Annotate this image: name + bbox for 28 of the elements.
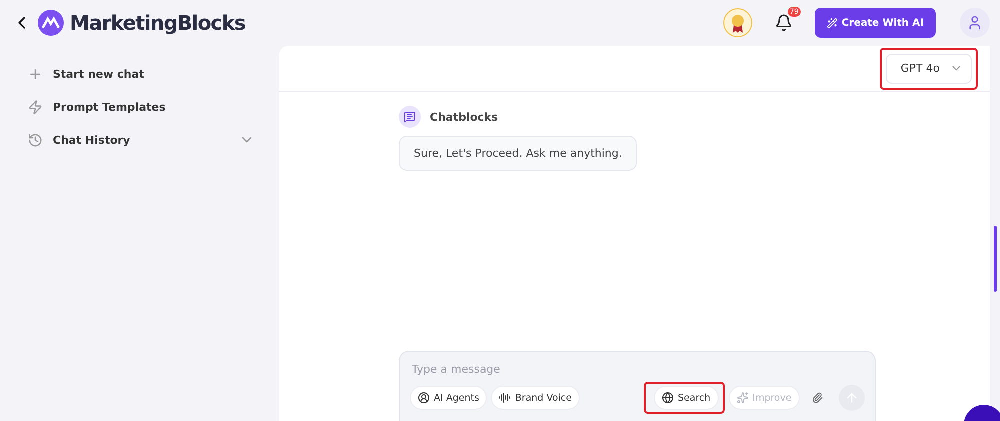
message-icon [404, 111, 416, 123]
composer-chip[interactable]: AI Agents [410, 386, 488, 410]
user-icon [967, 15, 983, 31]
bell-icon[interactable] [774, 14, 793, 32]
composer-chip[interactable]: Search [654, 386, 719, 410]
sidebar-item[interactable]: Chat History [53, 134, 229, 146]
message-field[interactable]: Type a message [410, 362, 865, 377]
medal-icon[interactable] [722, 8, 753, 38]
avatar[interactable] [960, 8, 990, 38]
scrollbar-thumb[interactable] [994, 226, 997, 292]
globe-icon [662, 392, 674, 404]
history-icon [28, 132, 43, 148]
magic-wand-icon [826, 18, 838, 28]
logo-icon [38, 10, 64, 36]
user-icon [418, 392, 430, 404]
sender-name: Chatblocks [430, 110, 498, 124]
plus-icon [28, 66, 43, 82]
sidebar-item[interactable]: Prompt Templates [53, 100, 255, 114]
brand-name: MarketingBlocks [70, 11, 246, 35]
lightning-icon [28, 100, 43, 114]
model-dropdown[interactable]: GPT 4o [886, 54, 972, 84]
paperclip-icon[interactable] [812, 390, 823, 406]
composer-chip[interactable]: Brand Voice [491, 386, 580, 410]
create-with-ai-button[interactable]: Create With AI [814, 8, 936, 38]
sidebar-item[interactable]: Start new chat [53, 68, 255, 80]
sparkle-icon [736, 392, 749, 404]
sound-wave-icon [499, 392, 512, 404]
message-bubble: Sure, Let's Proceed. Ask me anything. [399, 136, 638, 171]
